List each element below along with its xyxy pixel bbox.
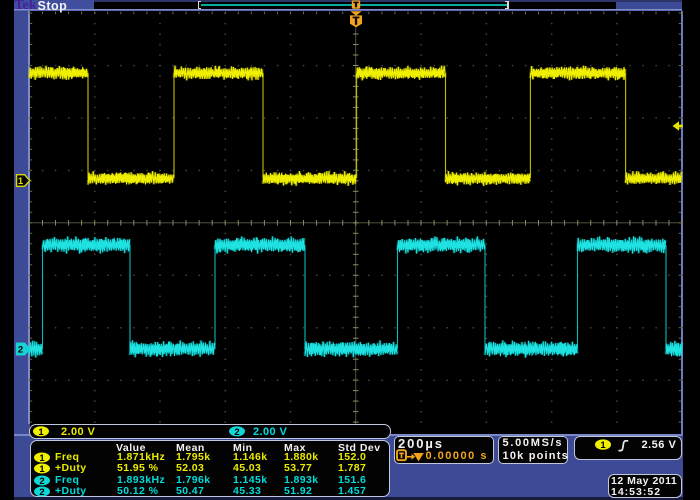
svg-text:2: 2 [39, 487, 44, 498]
svg-text:1: 1 [600, 440, 606, 451]
svg-text:2: 2 [18, 345, 23, 356]
svg-text:1: 1 [18, 176, 24, 187]
